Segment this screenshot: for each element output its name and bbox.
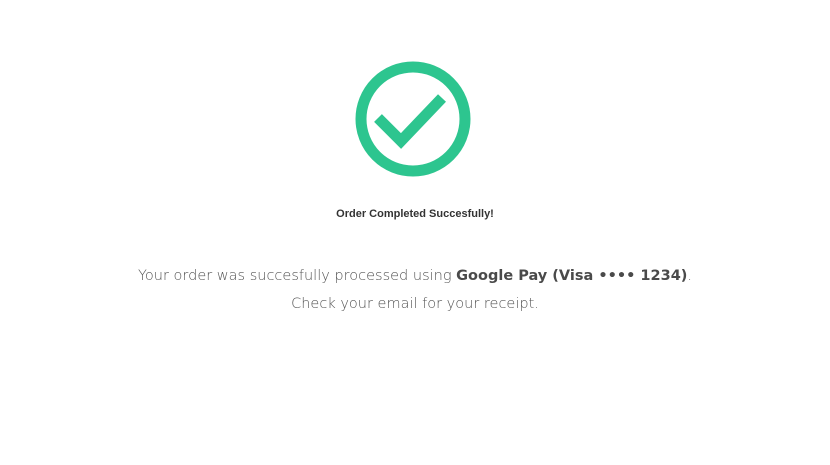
message-line-2: Check your email for your receipt. <box>291 296 539 312</box>
order-confirmation: Order Completed Succesfully! Your order … <box>0 0 830 465</box>
confirmation-message: Your order was succesfully processed usi… <box>0 262 830 318</box>
check-circle-icon <box>354 60 472 178</box>
message-line-1: Your order was succesfully processed usi… <box>0 262 830 290</box>
message-suffix: . <box>687 268 693 284</box>
message-prefix: Your order was succesfully processed usi… <box>137 268 457 284</box>
payment-method: Google Pay (Visa •••• 1234) <box>456 268 688 284</box>
confirmation-title: Order Completed Succesfully! <box>336 208 494 220</box>
